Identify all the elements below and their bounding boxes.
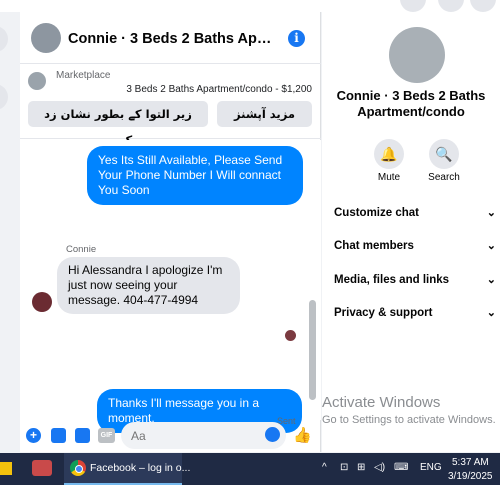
message-input[interactable] xyxy=(121,422,251,449)
app-icon[interactable] xyxy=(32,460,52,476)
mark-pending-button[interactable]: زیر التوا کے بطور نشان زد کریں xyxy=(28,101,208,147)
sticker-icon[interactable] xyxy=(75,428,90,443)
clock-time[interactable]: 5:37 AM xyxy=(452,457,489,468)
chevron-down-icon: ⌄ xyxy=(486,274,496,286)
privacy-support-row[interactable]: Privacy & support ⌄ xyxy=(334,307,500,319)
chevron-up-icon[interactable]: ^ xyxy=(322,462,327,473)
left-bubble[interactable] xyxy=(0,26,8,52)
taskbar: Facebook – log in o... ^ ⊡ ⊞ ◁) ⌨ ENG 5:… xyxy=(0,453,500,485)
chat-header[interactable]: Connie · 3 Beds 2 Baths Apartme... i xyxy=(20,12,321,64)
message-scrollbar[interactable] xyxy=(309,300,316,400)
photo-icon[interactable] xyxy=(51,428,66,443)
facebook-top-bar xyxy=(0,0,500,12)
like-icon[interactable]: 👍 xyxy=(293,427,312,444)
wifi-icon[interactable]: ⊞ xyxy=(357,462,365,473)
row-label: Chat members xyxy=(334,240,414,252)
chat-window: Connie · 3 Beds 2 Baths Apartme... i Mar… xyxy=(20,12,321,452)
clock-date[interactable]: 3/19/2025 xyxy=(448,471,493,482)
sender-name: Connie xyxy=(66,244,97,255)
incoming-message[interactable]: Hi Alessandra I apologize I'm just now s… xyxy=(57,257,240,314)
keyboard-icon[interactable]: ⌨ xyxy=(394,462,408,473)
activate-windows-subtext: Go to Settings to activate Windows. xyxy=(322,414,496,426)
seen-avatar xyxy=(285,330,296,341)
listing-thumbnail xyxy=(28,72,46,90)
chevron-down-icon: ⌄ xyxy=(486,207,496,219)
speaker-icon[interactable]: ◁) xyxy=(374,462,385,473)
composer: + GIF 👍 xyxy=(20,420,321,452)
more-options-button[interactable]: مزید آپشنز xyxy=(217,101,312,127)
info-name: Connie · 3 Beds 2 Baths Apartment/condo xyxy=(336,88,486,119)
chevron-down-icon: ⌄ xyxy=(486,307,496,319)
chrome-icon xyxy=(70,460,86,476)
folder-icon[interactable] xyxy=(0,462,12,475)
message-list: Yes Its Still Available, Please Send You… xyxy=(20,140,321,433)
outgoing-message[interactable]: Yes Its Still Available, Please Send You… xyxy=(87,146,303,205)
left-panel-edge xyxy=(0,12,12,452)
message-input-box[interactable] xyxy=(121,422,286,449)
search-icon[interactable]: 🔍 xyxy=(429,139,459,169)
chat-members-row[interactable]: Chat members ⌄ xyxy=(334,240,500,252)
chat-info-panel: Connie · 3 Beds 2 Baths Apartment/condo … xyxy=(322,12,500,452)
language-indicator[interactable]: ENG xyxy=(420,462,442,473)
menu-icon[interactable] xyxy=(400,0,426,12)
marketplace-label: Marketplace xyxy=(56,70,111,81)
mute-label[interactable]: Mute xyxy=(367,172,411,183)
listing-description[interactable]: 3 Beds 2 Baths Apartment/condo - $1,200 xyxy=(126,84,312,95)
chevron-down-icon: ⌄ xyxy=(486,240,496,252)
sender-avatar[interactable] xyxy=(32,292,52,312)
chat-avatar xyxy=(31,23,61,53)
marketplace-banner: Marketplace 3 Beds 2 Baths Apartment/con… xyxy=(20,65,321,147)
screen: Connie · 3 Beds 2 Baths Apartme... i Mar… xyxy=(0,0,500,485)
emoji-icon[interactable] xyxy=(265,427,280,442)
activate-windows-watermark: Activate Windows xyxy=(322,394,441,411)
notifications-icon[interactable] xyxy=(438,0,464,12)
plus-icon[interactable]: + xyxy=(26,428,41,443)
bell-icon[interactable]: 🔔 xyxy=(374,139,404,169)
row-label: Privacy & support xyxy=(334,307,433,319)
listing-avatar xyxy=(389,27,445,83)
network-icon[interactable]: ⊡ xyxy=(340,462,348,473)
gif-icon[interactable]: GIF xyxy=(98,428,115,443)
search-label[interactable]: Search xyxy=(422,172,466,183)
taskbar-app-title: Facebook – log in o... xyxy=(90,462,191,474)
left-bubble[interactable] xyxy=(0,84,8,110)
media-files-row[interactable]: Media, files and links ⌄ xyxy=(334,274,500,286)
row-label: Media, files and links xyxy=(334,274,450,286)
row-label: Customize chat xyxy=(334,207,419,219)
customize-chat-row[interactable]: Customize chat ⌄ xyxy=(334,207,500,219)
taskbar-chrome-app[interactable]: Facebook – log in o... xyxy=(64,453,190,485)
chat-title[interactable]: Connie · 3 Beds 2 Baths Apartme... xyxy=(68,31,278,47)
info-icon[interactable]: i xyxy=(288,30,305,47)
profile-avatar[interactable] xyxy=(470,0,496,12)
